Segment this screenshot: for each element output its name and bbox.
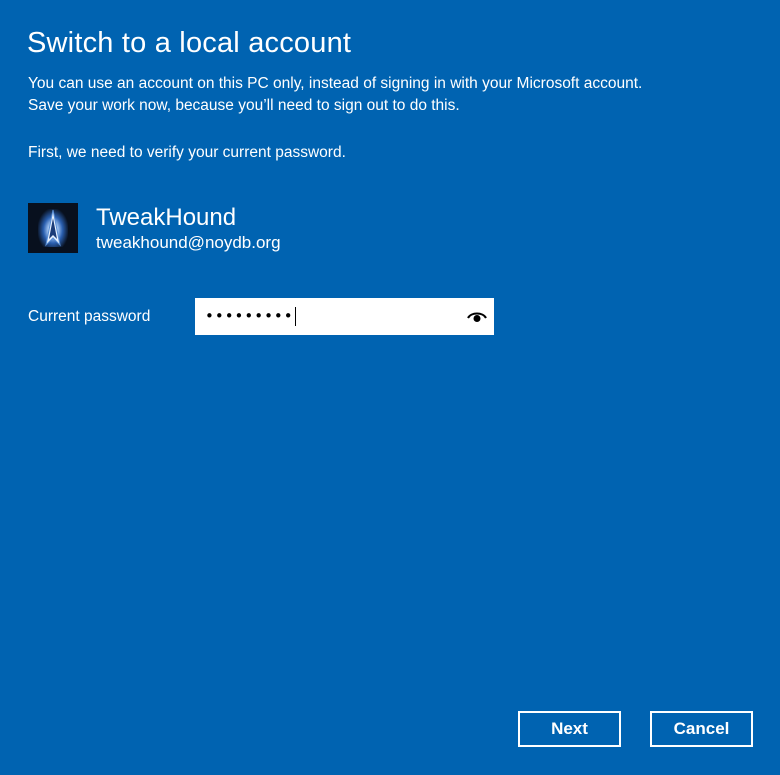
password-row: Current password ••••••••• — [28, 298, 494, 335]
account-name: TweakHound — [96, 204, 237, 231]
current-password-input[interactable]: ••••••••• — [195, 298, 494, 335]
text-caret — [294, 307, 296, 326]
switch-account-dialog: Switch to a local account You can use an… — [0, 0, 780, 775]
description-line-1: You can use an account on this PC only, … — [28, 75, 643, 92]
star-trek-delta-icon — [45, 209, 61, 247]
account-info: TweakHound tweakhound@noydb.org — [28, 203, 281, 255]
eye-icon — [467, 312, 487, 322]
password-value: ••••••••• — [205, 306, 296, 326]
next-button[interactable]: Next — [518, 711, 621, 747]
page-title: Switch to a local account — [27, 27, 352, 59]
description: You can use an account on this PC only, … — [28, 73, 642, 117]
verify-instruction: First, we need to verify your current pa… — [28, 144, 346, 161]
password-label: Current password — [28, 307, 151, 325]
password-dots: ••••••••• — [205, 307, 294, 325]
avatar — [28, 203, 78, 253]
cancel-button[interactable]: Cancel — [650, 711, 753, 747]
description-line-2: Save your work now, because you’ll need … — [28, 97, 460, 114]
reveal-password-button[interactable] — [466, 306, 488, 326]
account-text: TweakHound tweakhound@noydb.org — [96, 204, 281, 253]
account-email: tweakhound@noydb.org — [96, 233, 281, 252]
